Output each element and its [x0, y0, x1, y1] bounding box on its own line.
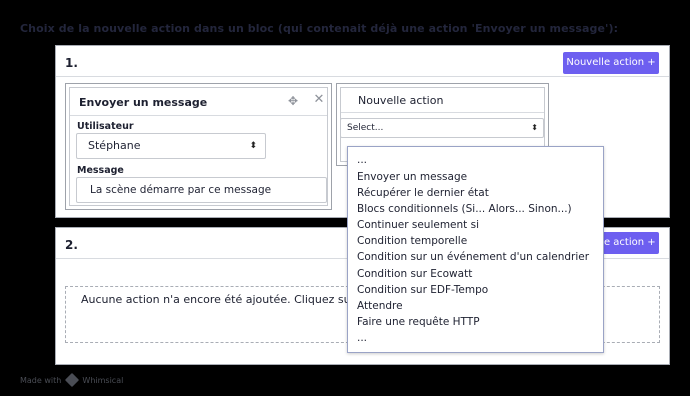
dropdown-option[interactable]: Condition sur un événement d'un calendri…: [357, 251, 589, 263]
message-label: Message: [77, 165, 124, 176]
dropdown-option[interactable]: Faire une requête HTTP: [357, 316, 480, 328]
block-1-header: 1. Nouvelle action +: [56, 46, 669, 77]
made-with-footer: Made with Whimsical: [20, 372, 124, 388]
user-label: Utilisateur: [77, 121, 134, 132]
dropdown-option[interactable]: ...: [357, 332, 367, 344]
chevron-updown-icon: ⬍: [531, 123, 538, 132]
user-select[interactable]: Stéphane ⬍: [76, 133, 266, 159]
dropdown-option[interactable]: ...: [357, 154, 367, 166]
message-input[interactable]: La scène démarre par ce message: [76, 177, 327, 203]
new-action-select[interactable]: Select... ⬍: [340, 118, 544, 138]
new-action-title: Nouvelle action: [358, 94, 444, 107]
made-with-text: Made with: [20, 376, 62, 385]
whimsical-logo-icon: [64, 372, 79, 388]
new-action-select-value: Select...: [347, 123, 384, 133]
dropdown-option[interactable]: Condition temporelle: [357, 235, 467, 247]
dropdown-option[interactable]: Récupérer le dernier état: [357, 187, 489, 199]
dropdown-option[interactable]: Condition sur Ecowatt: [357, 268, 472, 280]
brand-name: Whimsical: [82, 376, 124, 385]
divider: [341, 112, 544, 113]
divider: [70, 115, 327, 116]
action-card-frame: Envoyer un message ✥ ✕ Utilisateur Stéph…: [65, 83, 332, 210]
move-icon[interactable]: ✥: [286, 94, 300, 108]
dropdown-option[interactable]: Blocs conditionnels (Si... Alors... Sino…: [357, 203, 572, 215]
new-action-dropdown: ... Envoyer un message Récupérer le dern…: [347, 146, 604, 353]
block-number: 1.: [65, 56, 78, 70]
user-select-value: Stéphane: [88, 139, 141, 152]
dropdown-option[interactable]: Continuer seulement si: [357, 219, 479, 231]
page-heading: Choix de la nouvelle action dans un bloc…: [20, 22, 619, 35]
chevron-updown-icon: ⬍: [249, 141, 257, 151]
close-icon[interactable]: ✕: [312, 93, 326, 107]
dropdown-option[interactable]: Attendre: [357, 300, 403, 312]
send-message-action-card: Envoyer un message ✥ ✕ Utilisateur Stéph…: [69, 87, 328, 206]
dropdown-option[interactable]: Condition sur EDF-Tempo: [357, 284, 488, 296]
block-number: 2.: [65, 238, 78, 252]
dropdown-option[interactable]: Envoyer un message: [357, 171, 467, 183]
action-title: Envoyer un message: [79, 96, 208, 109]
new-action-button[interactable]: Nouvelle action +: [563, 52, 659, 74]
